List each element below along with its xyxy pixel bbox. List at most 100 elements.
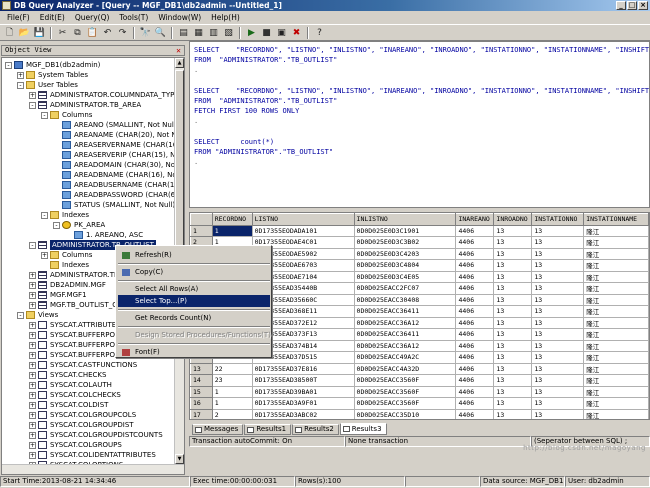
- table-cell[interactable]: 13: [531, 293, 585, 306]
- maximize-button[interactable]: □: [627, 1, 637, 10]
- table-cell[interactable]: 13: [531, 351, 585, 364]
- row-number[interactable]: 16: [190, 397, 213, 410]
- column-header[interactable]: INLISTNO: [353, 213, 457, 226]
- collapse-icon[interactable]: -: [53, 221, 60, 229]
- table-cell[interactable]: 隆江: [583, 408, 649, 419]
- table-cell[interactable]: 隆江: [583, 385, 649, 398]
- menu-item[interactable]: Help(H): [206, 13, 245, 22]
- tree-node[interactable]: + MGF.MGF1: [29, 290, 87, 300]
- expand-icon[interactable]: +: [29, 301, 36, 309]
- table-cell[interactable]: 4406: [455, 224, 495, 237]
- tree-node[interactable]: - Views: [17, 310, 58, 320]
- table-cell[interactable]: 0D0D025EACC30408: [353, 293, 457, 306]
- tab-results1[interactable]: Results1: [244, 424, 292, 435]
- table-cell[interactable]: 13: [531, 408, 585, 419]
- table-cell[interactable]: 13: [493, 362, 533, 375]
- table-cell[interactable]: 0D17355EAD38500T: [251, 374, 355, 387]
- tree-node[interactable]: + SYSCAT.COLAUTH: [29, 380, 112, 390]
- context-menu-item[interactable]: Select Top...(P): [118, 295, 270, 307]
- table-cell[interactable]: 13: [531, 362, 585, 375]
- table-cell[interactable]: 0D0D025EACC4A32D: [353, 362, 457, 375]
- table-cell[interactable]: 隆江: [583, 247, 649, 260]
- table-cell[interactable]: 4406: [455, 282, 495, 295]
- table-cell[interactable]: 0D0D025E0D3C4203: [353, 247, 457, 260]
- column-header[interactable]: RECORDNO: [211, 213, 253, 226]
- expand-icon[interactable]: +: [29, 371, 36, 379]
- table-cell[interactable]: 0D0D025EACC3560F: [353, 374, 457, 387]
- table-cell[interactable]: 0D0D025EACC36411: [353, 328, 457, 341]
- expand-icon[interactable]: +: [29, 351, 36, 359]
- table-row[interactable]: 16 1 0D17355EAD3A9F01 0D0D025EACC3560F 4406 1…: [190, 397, 649, 410]
- table-cell[interactable]: 13: [493, 397, 533, 410]
- row-number[interactable]: 14: [190, 374, 213, 387]
- tree-node[interactable]: AREASERVERIP (CHAR(15), Not Null): [53, 150, 184, 160]
- table-cell[interactable]: 13: [531, 259, 585, 272]
- table-cell[interactable]: 13: [531, 270, 585, 283]
- table-cell[interactable]: 隆江: [583, 316, 649, 329]
- table-cell[interactable]: 4406: [455, 259, 495, 272]
- context-menu-item[interactable]: Refresh(R): [118, 249, 270, 261]
- table-cell[interactable]: 隆江: [583, 259, 649, 272]
- parse-icon[interactable]: ▣: [275, 26, 288, 39]
- table-cell[interactable]: 4406: [455, 408, 495, 419]
- table-cell[interactable]: 0D17355EAD39BA01: [251, 385, 355, 398]
- table-cell[interactable]: 4406: [455, 236, 495, 249]
- table-cell[interactable]: 13: [493, 328, 533, 341]
- table-cell[interactable]: 13: [493, 385, 533, 398]
- undo-icon[interactable]: ↶: [101, 26, 114, 39]
- tree-node[interactable]: + SYSCAT.COLGROUPDISTCOUNTS: [29, 430, 163, 440]
- context-menu-item[interactable]: Get Records Count(N): [118, 312, 270, 324]
- expand-icon[interactable]: +: [29, 431, 36, 439]
- column-header[interactable]: [190, 213, 213, 226]
- table-cell[interactable]: 隆江: [583, 305, 649, 318]
- row-number[interactable]: 13: [190, 362, 213, 375]
- table-cell[interactable]: 隆江: [583, 328, 649, 341]
- grid-view-icon[interactable]: ▦: [192, 26, 205, 39]
- tree-node[interactable]: AREADBPASSWORD (CHAR(64), Not Null): [53, 190, 184, 200]
- table-cell[interactable]: 0D0D025EACC49A2C: [353, 351, 457, 364]
- table-cell[interactable]: 隆江: [583, 282, 649, 295]
- table-cell[interactable]: 13: [493, 259, 533, 272]
- table-cell[interactable]: 13: [493, 305, 533, 318]
- table-cell[interactable]: 13: [531, 247, 585, 260]
- menu-item[interactable]: Query(Q): [70, 13, 115, 22]
- table-cell[interactable]: 13: [531, 339, 585, 352]
- tab-messages[interactable]: Messages: [192, 424, 244, 435]
- save-icon[interactable]: 💾: [33, 26, 46, 39]
- context-menu-item[interactable]: Select All Rows(A): [118, 283, 270, 295]
- table-cell[interactable]: 13: [531, 374, 585, 387]
- object-view-icon[interactable]: ▧: [222, 26, 235, 39]
- table-cell[interactable]: 23: [211, 374, 253, 387]
- table-cell[interactable]: 隆江: [583, 293, 649, 306]
- table-cell[interactable]: 隆江: [583, 397, 649, 410]
- help-icon[interactable]: ?: [313, 26, 326, 39]
- tree-node[interactable]: - MGF_DB1(db2admin): [5, 60, 100, 70]
- expand-icon[interactable]: +: [41, 251, 48, 259]
- tree-node[interactable]: AREADBUSERNAME (CHAR(16), Not Null): [53, 180, 184, 190]
- table-cell[interactable]: 4406: [455, 374, 495, 387]
- table-cell[interactable]: 0D0D025EACC36411: [353, 305, 457, 318]
- tree-node[interactable]: + ADMINISTRATOR.COLUMNDATA_TYPE: [29, 90, 179, 100]
- table-cell[interactable]: 4406: [455, 270, 495, 283]
- text-view-icon[interactable]: ▥: [207, 26, 220, 39]
- table-cell[interactable]: 13: [493, 351, 533, 364]
- new-file-icon[interactable]: 🗋: [3, 26, 16, 39]
- table-cell[interactable]: 13: [531, 328, 585, 341]
- tree-node[interactable]: AREADOMAIN (CHAR(30), Not Null): [53, 160, 184, 170]
- expand-icon[interactable]: +: [29, 321, 36, 329]
- column-header[interactable]: INROADNO: [493, 213, 533, 226]
- collapse-icon[interactable]: -: [29, 241, 36, 249]
- table-cell[interactable]: 13: [493, 374, 533, 387]
- table-cell[interactable]: 13: [493, 408, 533, 419]
- table-cell[interactable]: 4406: [455, 328, 495, 341]
- table-cell[interactable]: 13: [531, 397, 585, 410]
- sql-editor[interactable]: SELECT "RECORDNO", "LISTNO", "INLISTNO",…: [189, 41, 650, 208]
- table-cell[interactable]: 2: [211, 408, 253, 419]
- tree-node[interactable]: + SYSCAT.BUFFERPOOLS: [29, 350, 129, 360]
- expand-icon[interactable]: +: [29, 421, 36, 429]
- table-cell[interactable]: 13: [493, 293, 533, 306]
- table-row[interactable]: 14 23 0D17355EAD38500T 0D0D025EACC3560F 4406…: [190, 374, 649, 387]
- expand-icon[interactable]: +: [29, 401, 36, 409]
- scroll-thumb[interactable]: [175, 70, 184, 250]
- tab-results3[interactable]: Results3: [339, 423, 387, 435]
